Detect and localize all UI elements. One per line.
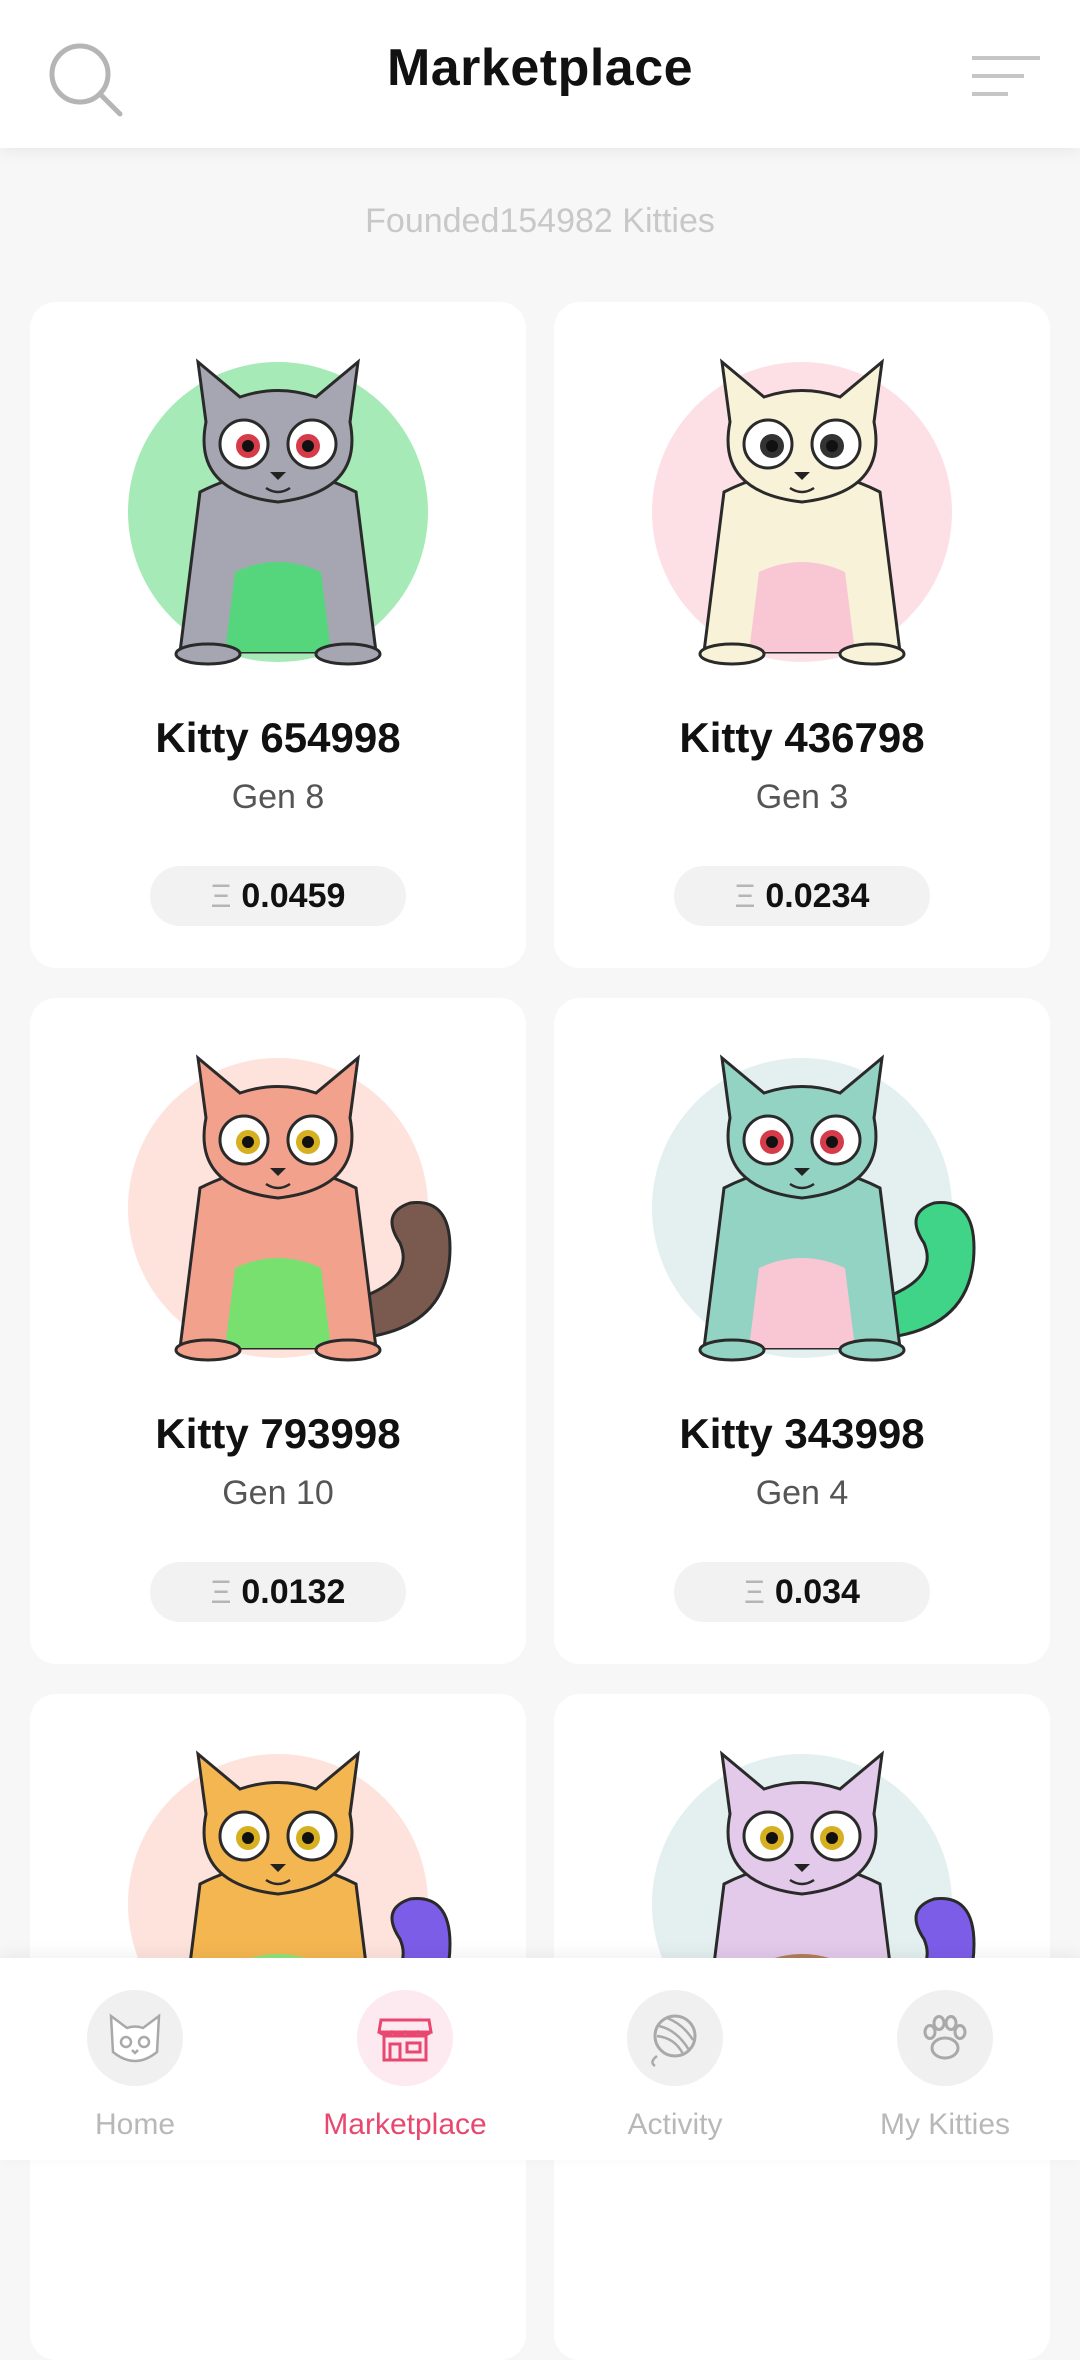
kitty-pupil-core — [242, 1136, 254, 1148]
price-value: 0.0132 — [241, 1573, 346, 1611]
kitty-pupil-core — [766, 1832, 778, 1844]
kitty-belly — [749, 1258, 855, 1348]
tab-label: Home — [94, 2108, 176, 2141]
kitty-paw — [698, 1338, 766, 1362]
kitty-pupil-core — [302, 1136, 314, 1148]
kitty-pupil-core — [826, 440, 838, 452]
kitty-pupil-core — [826, 1832, 838, 1844]
yarn-ball-icon — [651, 2014, 697, 2068]
paw-icon — [923, 2015, 967, 2060]
bottom-navigation: Home Marketplace Activity My Kitties — [0, 1958, 1080, 2160]
kitty-belly — [225, 1258, 331, 1348]
sort-lines-icon — [972, 56, 1040, 96]
kitty-pupil-core — [242, 440, 254, 452]
kitty-card[interactable]: Kitty 654998 Gen 8 Ξ 0.0459 — [30, 302, 526, 968]
storefront-icon — [377, 2018, 433, 2062]
kitty-card[interactable]: Kitty 343998 Gen 4 Ξ 0.034 — [554, 998, 1050, 1664]
cat-face-icon — [109, 2013, 161, 2063]
kitty-paw — [314, 1338, 382, 1362]
kitty-generation: Gen 10 — [222, 1474, 334, 1512]
kitty-price: Ξ 0.0132 — [150, 1562, 406, 1622]
kitty-paw — [314, 642, 382, 666]
kitty-name: Kitty 654998 — [155, 714, 401, 761]
kitty-paw — [838, 642, 906, 666]
kitty-image — [128, 1054, 452, 1362]
kitty-pupil-core — [242, 1832, 254, 1844]
ether-icon: Ξ — [734, 878, 756, 914]
kitty-paw — [174, 642, 242, 666]
price-value: 0.0459 — [241, 877, 346, 915]
tab-activity[interactable]: Activity — [540, 1958, 810, 2160]
kitty-name: Kitty 343998 — [679, 1410, 925, 1457]
kitty-name: Kitty 793998 — [155, 1410, 401, 1457]
top-app-bar: Marketplace — [0, 0, 1080, 148]
kitty-price: Ξ 0.034 — [674, 1562, 930, 1622]
tab-label: My Kitties — [879, 2108, 1011, 2141]
kitty-paw — [838, 1338, 906, 1362]
kitty-name: Kitty 436798 — [679, 714, 925, 761]
tab-label: Activity — [627, 2108, 723, 2141]
kitty-generation: Gen 4 — [755, 1474, 849, 1512]
tab-marketplace[interactable]: Marketplace — [270, 1958, 540, 2160]
ether-icon: Ξ — [210, 878, 232, 914]
kitty-belly — [749, 562, 855, 652]
kitty-belly — [225, 562, 331, 652]
kitty-image — [652, 1054, 976, 1362]
ether-icon: Ξ — [744, 1574, 765, 1610]
sort-filter-button[interactable] — [968, 48, 1044, 108]
kitty-pupil-core — [302, 1832, 314, 1844]
kitty-count-text: Founded154982 Kitties — [365, 202, 715, 240]
tab-my-kitties[interactable]: My Kitties — [810, 1958, 1080, 2160]
kitty-pupil-core — [766, 440, 778, 452]
tab-label: Marketplace — [323, 2108, 487, 2141]
kitty-pupil-core — [302, 440, 314, 452]
kitty-price: Ξ 0.0234 — [674, 866, 930, 926]
price-value: 0.034 — [774, 1573, 860, 1611]
kitty-generation: Gen 8 — [231, 778, 325, 816]
tab-home[interactable]: Home — [0, 1958, 270, 2160]
kitty-card[interactable]: Kitty 793998 Gen 10 Ξ 0.0132 — [30, 998, 526, 1664]
kitty-price: Ξ 0.0459 — [150, 866, 406, 926]
ether-icon: Ξ — [210, 1574, 232, 1610]
page-title: Marketplace — [386, 39, 694, 97]
kitty-paw — [698, 642, 766, 666]
kitty-card[interactable]: Kitty 436798 Gen 3 Ξ 0.0234 — [554, 302, 1050, 968]
kitty-image — [652, 358, 952, 666]
kitty-generation: Gen 3 — [755, 778, 849, 816]
kitty-paw — [174, 1338, 242, 1362]
price-value: 0.0234 — [765, 877, 870, 915]
kitty-pupil-core — [826, 1136, 838, 1148]
kitty-image — [128, 358, 428, 666]
kitty-pupil-core — [766, 1136, 778, 1148]
